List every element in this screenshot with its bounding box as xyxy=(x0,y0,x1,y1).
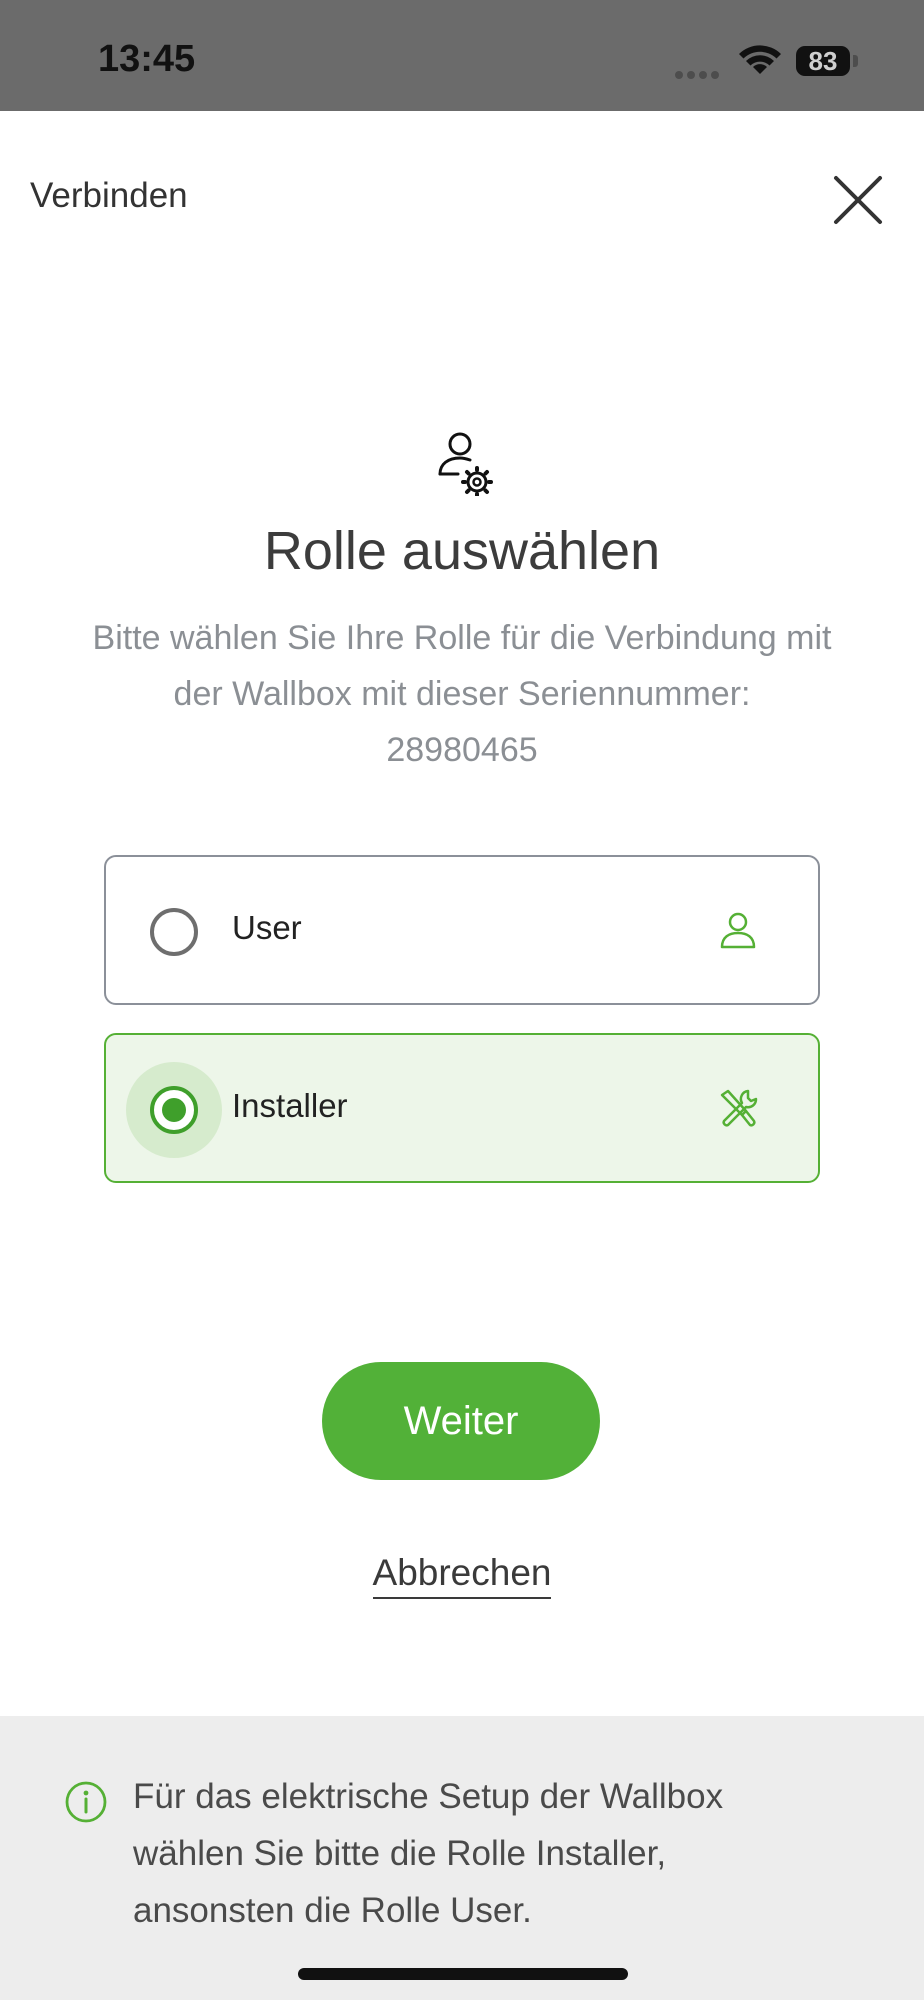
info-text: Für das elektrische Setup der Wallbox wä… xyxy=(133,1768,853,1939)
info-text-line: Für das elektrische Setup der Wallbox xyxy=(133,1777,724,1816)
description-line: der Wallbox mit dieser Seriennummer: xyxy=(173,675,751,713)
radio-installer[interactable] xyxy=(150,1086,198,1134)
header-title: Verbinden xyxy=(30,176,188,215)
info-text-line: wählen Sie bitte die Rolle Installer, xyxy=(133,1834,667,1873)
cancel-link[interactable]: Abbrechen xyxy=(0,1552,924,1599)
page-title: Rolle auswählen xyxy=(263,521,661,581)
tools-icon xyxy=(720,1089,758,1127)
role-option-installer[interactable]: Installer xyxy=(104,1033,820,1183)
status-bar: 13:45 83 xyxy=(0,0,924,111)
info-text-line: ansonsten die Rolle User. xyxy=(133,1891,532,1930)
weiter-button[interactable]: Weiter xyxy=(322,1362,600,1480)
option-label-user: User xyxy=(232,909,302,946)
wifi-icon xyxy=(739,45,781,74)
home-indicator xyxy=(298,1968,628,1980)
info-icon xyxy=(65,1781,107,1823)
connect-role-screen: 13:45 83 Verbinden Rolle auswählen Bitte… xyxy=(0,0,924,2000)
cancel-link-label[interactable]: Abbrechen xyxy=(372,1552,552,1599)
role-option-user[interactable]: User xyxy=(104,855,820,1005)
radio-selected-dot xyxy=(162,1098,186,1122)
description: Bitte wählen Sie Ihre Rolle für die Verb… xyxy=(40,610,884,778)
signal-dots-icon xyxy=(675,66,723,79)
option-label-installer: Installer xyxy=(232,1087,348,1124)
radio-user[interactable] xyxy=(150,908,198,956)
close-icon xyxy=(834,176,882,224)
battery-cap xyxy=(853,55,858,67)
user-icon xyxy=(720,912,756,949)
serial-number: 28980465 xyxy=(386,731,538,769)
description-line: Bitte wählen Sie Ihre Rolle für die Verb… xyxy=(92,619,832,657)
battery-icon: 83 xyxy=(796,46,850,76)
info-panel: Für das elektrische Setup der Wallbox wä… xyxy=(0,1716,924,2000)
status-time: 13:45 xyxy=(98,38,196,80)
close-button[interactable] xyxy=(826,168,890,232)
user-gear-icon xyxy=(438,432,493,496)
